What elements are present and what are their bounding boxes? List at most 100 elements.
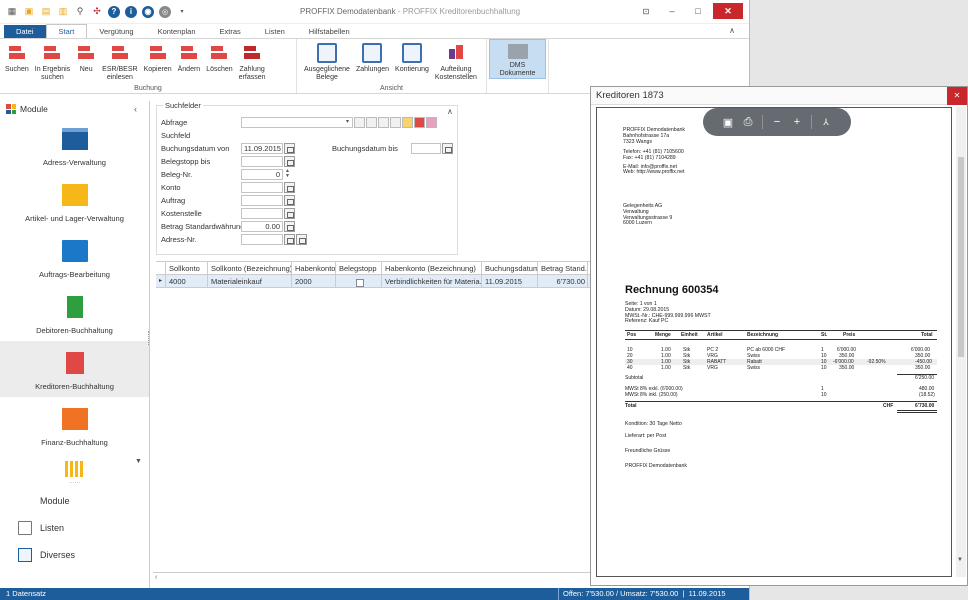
scroll-down-icon[interactable]: ▼ bbox=[957, 557, 963, 563]
cell-habenkonto[interactable]: 2000 bbox=[292, 275, 336, 287]
link-icon[interactable]: ⚲ bbox=[74, 6, 86, 18]
cell-buchungsdatum[interactable]: 11.09.2015 bbox=[482, 275, 538, 287]
tab-kontenplan[interactable]: Kontenplan bbox=[146, 25, 208, 38]
save-icon[interactable]: ▣ bbox=[722, 116, 734, 129]
total-row: Total CHF 6'730.00 bbox=[625, 403, 937, 409]
buchungsdatum-bis-input[interactable] bbox=[411, 143, 441, 154]
calculator-icon[interactable] bbox=[284, 221, 295, 232]
lookup-icon[interactable] bbox=[284, 195, 295, 206]
module-kreditoren[interactable]: Kreditoren-Buchhaltung bbox=[0, 341, 149, 397]
lookup-icon[interactable] bbox=[284, 208, 295, 219]
column-header[interactable]: Sollkonto (Bezeichnung) bbox=[208, 262, 292, 274]
cell-betrag[interactable]: 6'730.00 bbox=[538, 275, 588, 287]
column-header[interactable]: Buchungsdatum bbox=[482, 262, 538, 274]
cell-sollkonto[interactable]: 4000 bbox=[166, 275, 208, 287]
print-icon[interactable]: ⎙ bbox=[742, 116, 754, 128]
column-header[interactable]: Betrag Stand... bbox=[538, 262, 588, 274]
tab-listen[interactable]: Listen bbox=[253, 25, 297, 38]
grid-icon[interactable]: ▦ bbox=[6, 6, 18, 18]
help-icon[interactable]: ? bbox=[108, 5, 120, 18]
close-icon[interactable]: ✕ bbox=[713, 3, 743, 19]
module-more[interactable] bbox=[0, 453, 149, 479]
dropdown-icon[interactable]: ▾ bbox=[176, 6, 188, 18]
target-icon[interactable]: ◉ bbox=[142, 5, 154, 18]
remote-icon[interactable]: ◎ bbox=[159, 5, 171, 18]
column-header[interactable]: Habenkonto bbox=[292, 262, 336, 274]
auftrag-input[interactable] bbox=[241, 195, 283, 206]
cell-sollkonto-bezeichnung[interactable]: Materialeinkauf bbox=[208, 275, 292, 287]
new-doc-icon[interactable]: ▣ bbox=[23, 6, 35, 18]
collapse-sidebar-icon[interactable]: ‹ bbox=[134, 104, 137, 114]
maximize-icon[interactable]: □ bbox=[687, 3, 709, 19]
filter-icon[interactable] bbox=[354, 117, 365, 128]
copy-icon[interactable]: ▤ bbox=[40, 6, 52, 18]
address-card-icon[interactable] bbox=[296, 234, 307, 245]
save-icon[interactable] bbox=[414, 117, 425, 128]
tab-verguetung[interactable]: Vergütung bbox=[87, 25, 145, 38]
scroll-left-icon[interactable]: ‹ bbox=[155, 574, 157, 581]
adress-nr-input[interactable] bbox=[241, 234, 283, 245]
customize-icon[interactable]: ✣ bbox=[91, 6, 103, 18]
tab-extras[interactable]: Extras bbox=[208, 25, 253, 38]
line-artikel: VRG bbox=[707, 365, 718, 371]
module-auftrags-bearbeitung[interactable]: Auftrags-Bearbeitung bbox=[0, 229, 149, 285]
acrobat-icon[interactable]: ⅄ bbox=[820, 116, 832, 128]
lookup-icon[interactable] bbox=[284, 234, 295, 245]
sidebar-resize-handle[interactable] bbox=[148, 331, 150, 345]
tab-hilfstabellen[interactable]: Hilfstabellen bbox=[297, 25, 362, 38]
beleg-nr-stepper[interactable]: ▲ ▼ bbox=[284, 169, 291, 180]
more-modules-dropdown-icon[interactable]: ▼ bbox=[135, 458, 142, 465]
sidebar-splitter[interactable]: ...... bbox=[0, 478, 149, 487]
pdf-vertical-scrollbar[interactable] bbox=[956, 107, 966, 577]
close-icon[interactable]: ✕ bbox=[947, 87, 967, 105]
column-header[interactable]: Belegstopp bbox=[336, 262, 382, 274]
lookup-icon[interactable] bbox=[284, 182, 295, 193]
button-label-2: Kostenstellen bbox=[434, 74, 477, 81]
folder-icon[interactable] bbox=[402, 117, 413, 128]
module-debitoren[interactable]: Debitoren-Buchhaltung bbox=[0, 285, 149, 341]
row-indicator-header bbox=[156, 262, 166, 274]
calendar-icon[interactable] bbox=[442, 143, 453, 154]
module-artikel-lager[interactable]: Artikel- und Lager-Verwaltung bbox=[0, 173, 149, 229]
cell-belegstopp[interactable] bbox=[336, 275, 382, 287]
dms-dokumente-button[interactable]: DMS Dokumente bbox=[489, 39, 546, 79]
calendar-icon[interactable] bbox=[284, 143, 295, 154]
nav-module[interactable]: Module bbox=[0, 487, 149, 514]
belegstopp-bis-input[interactable] bbox=[241, 156, 283, 167]
minimize-icon[interactable]: – bbox=[661, 3, 683, 19]
module-adress-verwaltung[interactable]: Adress-Verwaltung bbox=[0, 117, 149, 173]
info-icon[interactable]: i bbox=[125, 5, 137, 18]
betrag-input[interactable]: 0.00 bbox=[241, 221, 283, 232]
settings-icon[interactable] bbox=[390, 117, 401, 128]
clear-icon[interactable] bbox=[426, 117, 437, 128]
calendar-icon[interactable] bbox=[284, 156, 295, 167]
cell-habenkonto-bezeichnung[interactable]: Verbindlichkeiten für Materia... bbox=[382, 275, 482, 287]
abfrage-select[interactable] bbox=[241, 117, 353, 128]
line-preis: 350.00 bbox=[839, 365, 855, 371]
konto-input[interactable] bbox=[241, 182, 283, 193]
window-controls: ⊡ – □ ✕ bbox=[635, 3, 743, 19]
tab-datei[interactable]: Datei bbox=[4, 25, 46, 38]
collapse-ribbon-icon[interactable]: ∧ bbox=[729, 26, 735, 35]
layout-icon[interactable] bbox=[366, 117, 377, 128]
nav-listen[interactable]: Listen bbox=[0, 514, 149, 541]
column-header[interactable]: Habenkonto (Bezeichnung) bbox=[382, 262, 482, 274]
nav-diverses[interactable]: Diverses bbox=[0, 541, 149, 568]
ribbon-tabs: Datei Start Vergütung Kontenplan Extras … bbox=[0, 24, 749, 38]
zoom-out-icon[interactable]: − bbox=[771, 116, 783, 128]
adress-nr-label: Adress-Nr. bbox=[161, 235, 197, 244]
abfrage-dropdown-icon[interactable]: ▾ bbox=[344, 117, 351, 128]
tab-start[interactable]: Start bbox=[45, 24, 88, 38]
collapse-search-icon[interactable]: ∧ bbox=[447, 107, 453, 116]
subtotal-row: Subtotal 6'250.00 bbox=[625, 375, 937, 381]
kostenstelle-input[interactable] bbox=[241, 208, 283, 219]
buchungsdatum-von-input[interactable]: 11.09.2015 bbox=[241, 143, 283, 154]
column-header[interactable]: Sollkonto bbox=[166, 262, 208, 274]
belegstopp-checkbox[interactable] bbox=[356, 279, 364, 287]
ribbon-display-icon[interactable]: ⊡ bbox=[635, 3, 657, 19]
module-finanz[interactable]: Finanz-Buchhaltung bbox=[0, 397, 149, 453]
zoom-in-icon[interactable]: + bbox=[791, 116, 803, 128]
paste-icon[interactable]: ▥ bbox=[57, 6, 69, 18]
columns-icon[interactable] bbox=[378, 117, 389, 128]
beleg-nr-input[interactable]: 0 bbox=[241, 169, 283, 180]
